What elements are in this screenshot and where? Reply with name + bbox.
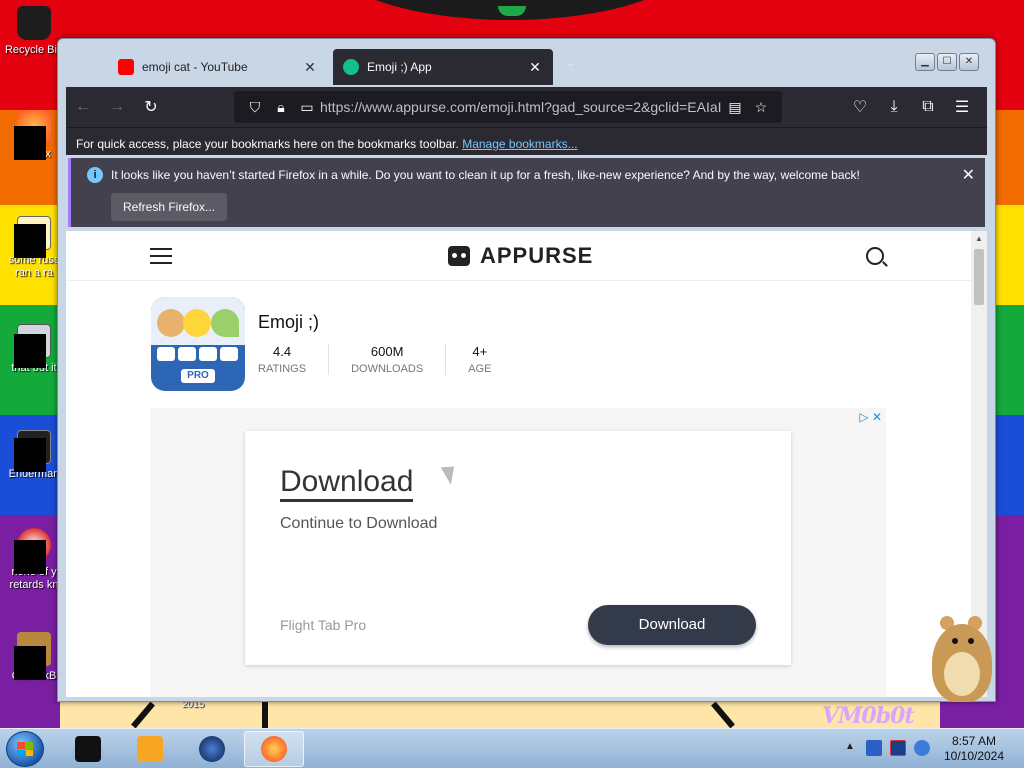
navigation-toolbar: ← → ↻ ⛉ 🔒︎ ▭ ▤ ☆ ♡ ⤓ ⧉ ☰ — [66, 87, 987, 127]
minimize-button[interactable]: ▁ — [915, 53, 935, 71]
redaction-box — [14, 224, 46, 258]
robot-logo-icon — [448, 246, 470, 266]
refresh-firefox-button[interactable]: Refresh Firefox... — [111, 193, 228, 221]
bookmark-star-icon[interactable]: ☆ — [748, 99, 774, 116]
redaction-box — [14, 438, 46, 472]
pocket-icon[interactable]: ♡ — [843, 92, 877, 122]
appurse-icon — [343, 59, 359, 75]
action-center-icon[interactable] — [866, 740, 882, 756]
page-content: APPURSE PRO Emoji ;) 4.4 RATINGS 600M DO… — [66, 231, 987, 697]
toolbar-right: ♡ ⤓ ⧉ ☰ — [843, 92, 979, 122]
hamster-gadget[interactable] — [922, 604, 1002, 704]
ad-download-button[interactable]: Download — [588, 605, 756, 645]
adchoices-icon[interactable]: ▷ ✕ — [859, 410, 882, 424]
redaction-box — [14, 334, 46, 368]
lock-icon[interactable]: 🔒︎ — [268, 99, 294, 116]
desktop-icon-recycle-bin[interactable]: Recycle Bin — [4, 6, 64, 57]
taskbar-item-cmd[interactable] — [58, 731, 118, 767]
windows-logo-icon — [17, 742, 33, 756]
downloads-icon[interactable]: ⤓ — [877, 92, 911, 122]
extensions-icon[interactable]: ⧉ — [911, 92, 945, 122]
permissions-icon[interactable]: ▭ — [294, 99, 320, 116]
app-name: Emoji ;) — [258, 312, 320, 332]
smiley-emoji-icon — [183, 309, 211, 337]
stat-ratings: 4.4 RATINGS — [258, 344, 330, 375]
heart-emoji-icon — [211, 309, 239, 337]
firefox-icon — [261, 736, 287, 762]
ad-subtitle[interactable]: Continue to Download — [280, 515, 437, 533]
media-player-icon — [137, 736, 163, 762]
pro-badge: PRO — [181, 369, 215, 383]
stat-downloads: 600M DOWNLOADS — [329, 344, 447, 375]
search-icon[interactable] — [866, 247, 884, 265]
site-header: APPURSE — [66, 231, 971, 281]
recycle-bin-icon — [17, 6, 51, 40]
terminal-icon — [75, 736, 101, 762]
network-icon[interactable] — [890, 740, 906, 756]
notification-message: It looks like you haven’t started Firefo… — [111, 168, 860, 182]
redaction-box — [14, 646, 46, 680]
stat-age: 4+ AGE — [468, 344, 492, 375]
scrollbar-thumb[interactable] — [974, 249, 984, 305]
url-input[interactable] — [320, 99, 722, 115]
address-bar[interactable]: ⛉ 🔒︎ ▭ ▤ ☆ — [234, 91, 782, 123]
taskbar-item-firefox[interactable] — [244, 731, 304, 767]
taskbar: ▲ 8:57 AM 10/10/2024 — [0, 728, 1024, 768]
tab-strip: emoji cat - YouTube ✕ Emoji ;) App ✕ + ▁… — [66, 47, 987, 87]
redaction-box — [14, 540, 46, 574]
tracking-shield-icon[interactable]: ⛉ — [242, 99, 268, 116]
tab-youtube[interactable]: emoji cat - YouTube ✕ — [108, 49, 328, 85]
globe-icon — [199, 736, 225, 762]
dog-emoji-icon — [157, 309, 185, 337]
close-tab-icon[interactable]: ✕ — [302, 59, 318, 76]
close-notification-icon[interactable]: ✕ — [962, 165, 975, 185]
wallpaper-tag: VM0b0t — [822, 703, 915, 728]
menu-icon[interactable]: ☰ — [945, 92, 979, 122]
bookmarks-hint: For quick access, place your bookmarks h… — [76, 137, 459, 151]
close-window-button[interactable]: ✕ — [959, 53, 979, 71]
system-clock[interactable]: 8:57 AM 10/10/2024 — [936, 734, 1012, 764]
ad-card[interactable]: Download Continue to Download Flight Tab… — [245, 431, 791, 665]
scroll-up-icon[interactable]: ▲ — [971, 231, 987, 247]
advertisement: ▷ ✕ Download Continue to Download Flight… — [150, 408, 886, 697]
back-button[interactable]: ← — [66, 92, 100, 122]
forward-button[interactable]: → — [100, 92, 134, 122]
window-controls: ▁ ☐ ✕ — [915, 53, 979, 71]
bookmarks-toolbar: For quick access, place your bookmarks h… — [66, 127, 987, 155]
new-tab-button[interactable]: + — [566, 57, 575, 75]
refresh-firefox-notification: i It looks like you haven’t started Fire… — [68, 158, 985, 227]
ad-title[interactable]: Download — [280, 465, 414, 502]
cursor-arrow-icon — [440, 461, 462, 485]
youtube-icon — [118, 59, 134, 75]
start-button[interactable] — [6, 731, 44, 767]
maximize-button[interactable]: ☐ — [937, 53, 957, 71]
show-hidden-icons-button[interactable]: ▲ — [845, 741, 855, 752]
app-icon: PRO — [151, 297, 245, 391]
volume-icon[interactable] — [914, 740, 930, 756]
site-logo[interactable]: APPURSE — [448, 243, 593, 269]
taskbar-item-globe[interactable] — [182, 731, 242, 767]
taskbar-item-media[interactable] — [120, 731, 180, 767]
info-icon: i — [87, 167, 103, 183]
firefox-window: emoji cat - YouTube ✕ Emoji ;) App ✕ + ▁… — [57, 38, 996, 702]
app-stats: 4.4 RATINGS 600M DOWNLOADS 4+ AGE — [258, 344, 513, 375]
reload-button[interactable]: ↻ — [134, 92, 168, 122]
redaction-box — [14, 126, 46, 160]
tab-emoji-app[interactable]: Emoji ;) App ✕ — [333, 49, 553, 85]
reader-view-icon[interactable]: ▤ — [722, 99, 748, 116]
close-tab-icon[interactable]: ✕ — [527, 59, 543, 76]
hamburger-menu-icon[interactable] — [150, 248, 172, 264]
manage-bookmarks-link[interactable]: Manage bookmarks... — [462, 137, 577, 151]
ad-brand: Flight Tab Pro — [280, 617, 367, 633]
